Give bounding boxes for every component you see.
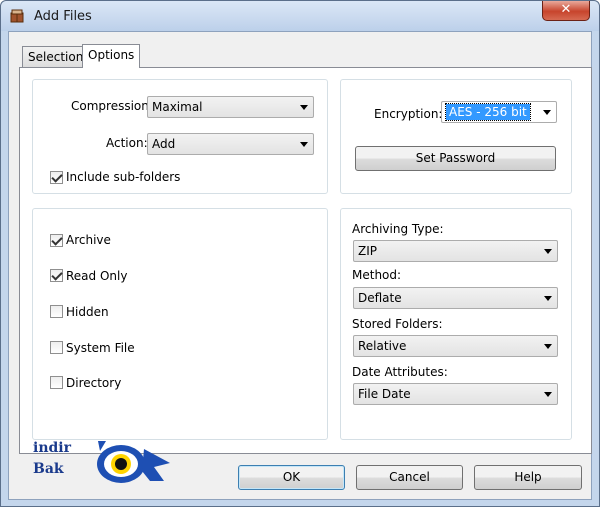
cancel-button[interactable]: Cancel bbox=[356, 465, 463, 490]
include-subfolders-label: Include sub-folders bbox=[66, 170, 181, 184]
hidden-checkbox[interactable] bbox=[50, 305, 63, 318]
encryption-group: Encryption: AES - 256 bit Set Password bbox=[340, 79, 572, 194]
hidden-label: Hidden bbox=[66, 305, 109, 319]
compression-group: Compression: Maximal Action: Add Include… bbox=[32, 79, 328, 194]
set-password-button[interactable]: Set Password bbox=[355, 146, 556, 171]
archive-label: Archive bbox=[66, 233, 111, 247]
chevron-down-icon bbox=[300, 105, 308, 110]
close-button[interactable]: ✕ bbox=[542, 1, 590, 21]
stored-folders-select[interactable]: Relative bbox=[353, 335, 558, 357]
method-value: Deflate bbox=[358, 291, 402, 305]
chevron-down-icon bbox=[544, 296, 552, 301]
action-label: Action: bbox=[106, 136, 148, 150]
date-attributes-select[interactable]: File Date bbox=[353, 383, 558, 405]
eye-logo-icon bbox=[97, 441, 170, 483]
stored-folders-label: Stored Folders: bbox=[352, 317, 443, 331]
method-select[interactable]: Deflate bbox=[353, 287, 558, 309]
chevron-down-icon bbox=[544, 344, 552, 349]
chevron-down-icon bbox=[543, 110, 551, 115]
system-file-label: System File bbox=[66, 341, 135, 355]
compression-value: Maximal bbox=[152, 100, 203, 114]
tab-options[interactable]: Options bbox=[82, 44, 141, 68]
method-label: Method: bbox=[352, 268, 402, 282]
archiving-group: Archiving Type: ZIP Method: Deflate Stor… bbox=[340, 208, 572, 440]
read-only-label: Read Only bbox=[66, 269, 128, 283]
watermark-logo: indir Bak bbox=[33, 438, 71, 480]
action-value: Add bbox=[152, 137, 176, 151]
date-attributes-label: Date Attributes: bbox=[352, 365, 448, 379]
add-files-dialog: Add Files ✕ Selection Options Compressio… bbox=[0, 0, 600, 507]
tab-selection[interactable]: Selection bbox=[22, 46, 90, 68]
archiving-type-label: Archiving Type: bbox=[352, 222, 444, 236]
window-title: Add Files bbox=[34, 9, 92, 24]
title-bar[interactable]: Add Files ✕ bbox=[1, 1, 599, 31]
ok-button[interactable]: OK bbox=[238, 465, 345, 490]
archiving-type-select[interactable]: ZIP bbox=[353, 240, 558, 262]
action-select[interactable]: Add bbox=[147, 133, 314, 155]
compression-label: Compression: bbox=[71, 99, 153, 113]
directory-label: Directory bbox=[66, 376, 122, 390]
read-only-checkbox[interactable] bbox=[50, 269, 63, 282]
chevron-down-icon bbox=[544, 392, 552, 397]
encryption-label: Encryption: bbox=[374, 107, 443, 121]
encryption-value: AES - 256 bit bbox=[445, 103, 531, 121]
app-icon bbox=[10, 9, 24, 23]
date-attributes-value: File Date bbox=[358, 387, 411, 401]
include-subfolders-checkbox[interactable] bbox=[50, 171, 63, 184]
watermark-line2: Bak bbox=[33, 461, 64, 477]
archive-checkbox[interactable] bbox=[50, 234, 63, 247]
attributes-group: Archive Read Only Hidden System File Dir… bbox=[32, 208, 328, 440]
help-button[interactable]: Help bbox=[474, 465, 582, 490]
watermark-line1: indir bbox=[33, 440, 71, 456]
encryption-select[interactable]: AES - 256 bit bbox=[441, 101, 557, 123]
chevron-down-icon bbox=[300, 142, 308, 147]
archiving-type-value: ZIP bbox=[358, 244, 377, 258]
chevron-down-icon bbox=[544, 249, 552, 254]
compression-select[interactable]: Maximal bbox=[147, 96, 314, 118]
stored-folders-value: Relative bbox=[358, 339, 407, 353]
system-file-checkbox[interactable] bbox=[50, 341, 63, 354]
directory-checkbox[interactable] bbox=[50, 376, 63, 389]
